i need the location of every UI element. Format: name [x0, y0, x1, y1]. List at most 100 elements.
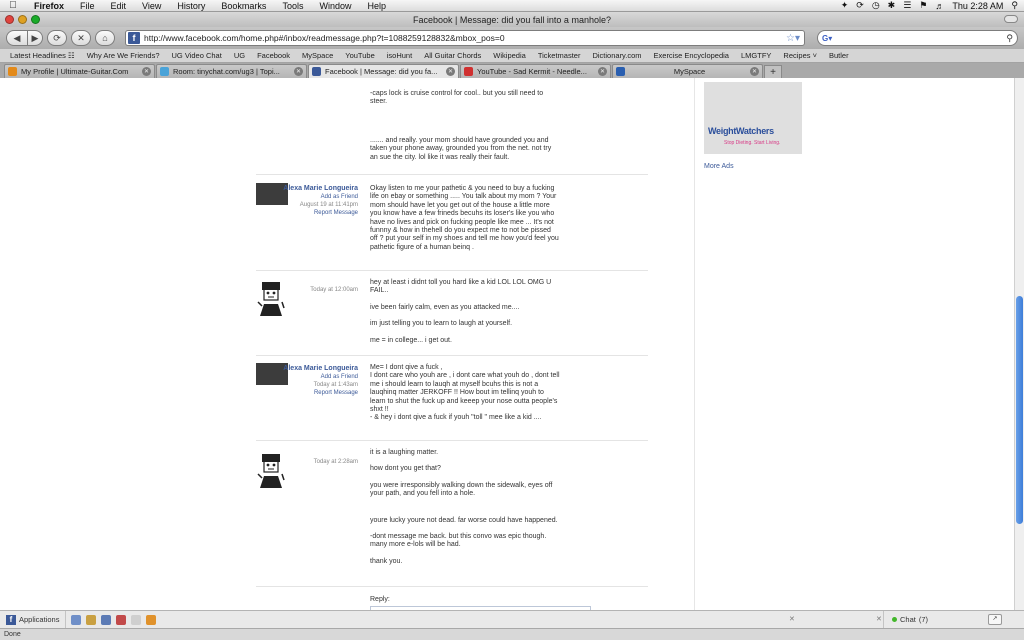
bookmark-latest-headlines[interactable]: Latest Headlines ☷	[4, 51, 81, 60]
message-timestamp: Today at 2:28am	[313, 459, 358, 465]
menu-view[interactable]: View	[134, 1, 169, 11]
weightwatchers-logo: WeightWatchers	[708, 126, 774, 136]
bookmark-ug-video-chat[interactable]: UG Video Chat	[166, 51, 228, 60]
search-bar[interactable]: G▾ ⚲	[817, 30, 1018, 46]
report-message-link[interactable]: Report Message	[258, 389, 358, 397]
url-bar[interactable]: f http://www.facebook.com/home.php#/inbo…	[125, 30, 805, 46]
script-icon[interactable]: ✦	[841, 0, 849, 11]
menu-help[interactable]: Help	[359, 1, 394, 11]
chat-label[interactable]: Chat	[900, 615, 916, 624]
menubar-clock[interactable]: Thu 2:28 AM	[952, 1, 1003, 11]
more-ads-link[interactable]: More Ads	[704, 163, 734, 170]
sender-name-link[interactable]: Alexa Marie Longueira	[258, 365, 358, 373]
bookmark-isohunt[interactable]: isoHunt	[381, 51, 418, 60]
sync-icon[interactable]: ⟳	[856, 0, 864, 11]
tab-close-icon[interactable]: ✕	[446, 67, 455, 76]
page-scrollbar[interactable]	[1014, 78, 1024, 610]
toolbar-toggle-button[interactable]	[1004, 15, 1018, 23]
menu-tools[interactable]: Tools	[274, 1, 311, 11]
volume-icon[interactable]: ♬	[935, 1, 944, 11]
tab-myspace[interactable]: MySpace ✕	[612, 64, 763, 78]
tab-close-icon[interactable]: ✕	[598, 67, 607, 76]
tab-close-icon[interactable]: ✕	[750, 67, 759, 76]
message-paragraph: youre lucky youre not dead. far worse co…	[370, 516, 558, 524]
url-text[interactable]: http://www.facebook.com/home.php#/inbox/…	[144, 33, 782, 43]
spotlight-icon[interactable]: ⚲	[1011, 0, 1018, 11]
notes-icon[interactable]	[86, 614, 97, 625]
new-tab-button[interactable]: +	[764, 65, 782, 78]
links-icon[interactable]	[131, 614, 142, 625]
menu-bookmarks[interactable]: Bookmarks	[213, 1, 274, 11]
bookmark-recipes[interactable]: Recipes ˅	[777, 51, 823, 60]
bookmark-myspace[interactable]: MySpace	[296, 51, 339, 60]
sketch-avatar-icon[interactable]	[256, 448, 286, 488]
message-paragraph: Me= I dont qive a fuck ,	[370, 364, 443, 371]
column-divider	[694, 78, 695, 610]
zoom-window-button[interactable]	[31, 15, 40, 24]
menu-file[interactable]: File	[72, 1, 103, 11]
message-body: -caps lock is cruise control for cool.. …	[370, 90, 560, 170]
message-paragraph: - & hey i dont qive a fuck if youh "toll…	[370, 414, 542, 422]
applications-menu[interactable]: f Applications	[0, 611, 67, 628]
time-machine-icon[interactable]: ◷	[872, 0, 880, 11]
forward-button[interactable]: ▶	[27, 30, 43, 46]
online-status-icon	[891, 617, 897, 622]
reload-button[interactable]: ⟳	[47, 30, 67, 46]
menu-history[interactable]: History	[169, 1, 213, 11]
bookmark-butler[interactable]: Butler	[823, 51, 855, 60]
scrollbar-thumb[interactable]	[1016, 296, 1023, 524]
flag-icon[interactable]: ⚑	[919, 0, 927, 11]
weightwatchers-ad[interactable]: WeightWatchers Stop Dieting. Start Livin…	[704, 82, 802, 154]
tab-youtube[interactable]: YouTube - Sad Kermit - Needle... ✕	[460, 64, 611, 78]
photos-icon[interactable]	[71, 614, 82, 625]
close-window-button[interactable]	[5, 15, 14, 24]
add-friend-link[interactable]: Add as Friend	[258, 193, 358, 201]
groups-icon[interactable]	[101, 614, 112, 625]
add-friend-link[interactable]: Add as Friend	[258, 373, 358, 381]
app-menu[interactable]: Firefox	[26, 1, 72, 11]
home-button[interactable]: ⌂	[95, 30, 115, 46]
bookmark-exercise-encyclopedia[interactable]: Exercise Encyclopedia	[648, 51, 735, 60]
bluetooth-icon[interactable]: ✱	[888, 0, 896, 11]
minimize-window-button[interactable]	[18, 15, 27, 24]
tab-close-icon[interactable]: ✕	[142, 67, 151, 76]
popout-icon[interactable]: ↗	[988, 614, 1002, 625]
events-icon[interactable]	[116, 614, 127, 625]
applications-label[interactable]: Applications	[19, 615, 59, 624]
stop-button[interactable]: ✕	[71, 30, 91, 46]
bookmark-why-are-we-friends[interactable]: Why Are We Friends?	[81, 51, 166, 60]
menu-window[interactable]: Window	[311, 1, 359, 11]
back-button[interactable]: ◀	[6, 30, 28, 46]
message-paragraph: hey at least i didnt toll you hard like …	[370, 279, 552, 295]
google-search-icon[interactable]: G▾	[822, 34, 842, 43]
tab-close-icon[interactable]: ✕	[294, 67, 303, 76]
status-text: Done	[4, 631, 21, 638]
bookmark-wikipedia[interactable]: Wikipedia	[487, 51, 532, 60]
bookmark-star-icon[interactable]: ☆▾	[782, 33, 804, 44]
message-paragraph: how dont you get that?	[370, 465, 441, 473]
bookmark-ticketmaster[interactable]: Ticketmaster	[532, 51, 587, 60]
bookmark-youtube[interactable]: YouTube	[339, 51, 380, 60]
menu-edit[interactable]: Edit	[103, 1, 135, 11]
sketch-avatar-icon[interactable]	[256, 276, 286, 316]
search-icon[interactable]: ⚲	[1006, 33, 1013, 44]
tab-tinychat[interactable]: Room: tinychat.com/ug3 | Topi... ✕	[156, 64, 307, 78]
tab-ultimate-guitar[interactable]: My Profile | Ultimate-Guitar.Com ✕	[4, 64, 155, 78]
bookmark-all-guitar-chords[interactable]: All Guitar Chords	[418, 51, 487, 60]
report-message-link[interactable]: Report Message	[258, 209, 358, 217]
bookmark-dictionary[interactable]: Dictionary.com	[586, 51, 647, 60]
notifications-icon[interactable]	[146, 614, 157, 625]
bookmark-lmgtfy[interactable]: LMGTFY	[735, 51, 777, 60]
apple-menu-icon[interactable]: 	[0, 0, 26, 11]
chat-button[interactable]: Chat (7)	[882, 611, 1024, 628]
window-controls	[5, 15, 40, 24]
close-icon[interactable]: ✕	[876, 615, 882, 623]
wifi-icon[interactable]: ☰	[903, 0, 911, 11]
myspace-favicon-icon	[616, 67, 625, 76]
bookmark-facebook[interactable]: Facebook	[251, 51, 296, 60]
bookmark-ug[interactable]: UG	[228, 51, 251, 60]
sender-name-link[interactable]: Alexa Marie Longueira	[258, 185, 358, 193]
tab-facebook-message[interactable]: Facebook | Message: did you fa... ✕	[308, 64, 459, 78]
close-icon[interactable]: ✕	[789, 615, 795, 623]
ultimate-guitar-favicon-icon	[8, 67, 17, 76]
